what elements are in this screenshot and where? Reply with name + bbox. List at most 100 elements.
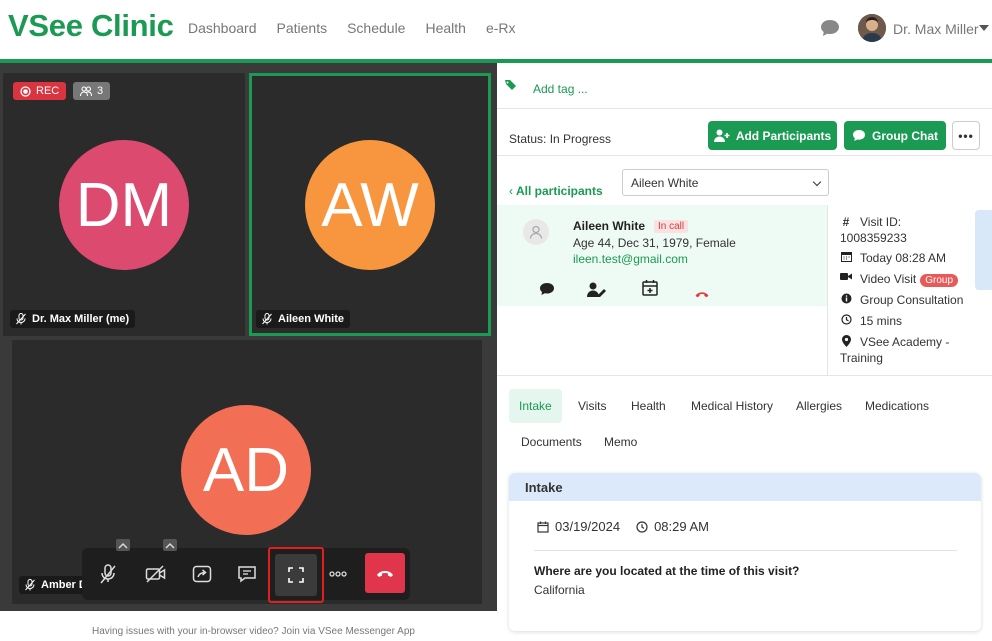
mic-muted-icon <box>16 313 26 325</box>
patient-email[interactable]: ileen.test@gmail.com <box>573 252 688 266</box>
add-participants-button[interactable]: Add Participants <box>708 121 837 150</box>
share-screen-icon <box>192 565 212 583</box>
tab-medical-history[interactable]: Medical History <box>681 389 783 423</box>
hash-icon: # <box>842 215 850 229</box>
end-call-patient-button[interactable] <box>693 285 711 303</box>
video-options-caret-icon[interactable] <box>163 539 177 551</box>
add-user-icon <box>713 129 730 142</box>
schedule-patient-button[interactable] <box>642 279 658 301</box>
calendar-icon <box>537 521 549 533</box>
chat-bubble-icon[interactable] <box>820 19 840 42</box>
app-header: VSee Clinic Dashboard Patients Schedule … <box>0 0 992 60</box>
tab-memo[interactable]: Memo <box>594 425 647 459</box>
participant-count-badge: 3 <box>73 82 111 100</box>
add-tag-link[interactable]: Add tag ... <box>533 82 588 96</box>
in-call-badge: In call <box>654 220 689 233</box>
nav-patients[interactable]: Patients <box>277 20 328 36</box>
avatar-dm: DM <box>59 140 189 270</box>
nav-erx[interactable]: e-Rx <box>486 20 516 36</box>
chevron-down-icon <box>812 177 822 187</box>
visit-id-row: # Visit ID: <box>840 215 901 229</box>
info-icon <box>840 293 852 304</box>
main-nav: Dashboard Patients Schedule Health e-Rx <box>188 20 516 36</box>
name-tag-dm: Dr. Max Miller (me) <box>10 310 136 328</box>
visit-details: # Visit ID: 1008359233 Today 08:28 AM Vi… <box>827 205 977 375</box>
visit-type-row: Video Visit Group <box>840 272 959 287</box>
mic-options-caret-icon[interactable] <box>116 539 130 551</box>
tab-allergies[interactable]: Allergies <box>786 389 852 423</box>
stop-video-button[interactable] <box>140 539 177 600</box>
hang-up-button[interactable] <box>365 553 405 593</box>
intake-card: Intake 03/19/2024 08:29 AM Where are you… <box>509 473 981 631</box>
mute-mic-button[interactable] <box>92 539 130 600</box>
chat-button[interactable] <box>231 548 263 600</box>
call-toolbar <box>82 539 410 600</box>
clock-icon <box>840 314 852 325</box>
intake-title: Intake <box>509 473 981 501</box>
group-badge: Group <box>920 274 959 287</box>
name-tag-aw: Aileen White <box>256 310 351 328</box>
mic-muted-icon <box>262 313 272 325</box>
map-pin-icon <box>840 335 852 347</box>
visit-duration-row: 15 mins <box>840 314 902 328</box>
side-scroll-strip[interactable] <box>975 210 992 290</box>
video-camera-icon <box>840 272 852 281</box>
visit-consult-row: Group Consultation <box>840 293 963 307</box>
intake-datetime: 03/19/2024 08:29 AM <box>537 519 709 534</box>
clock-icon <box>636 520 648 533</box>
user-icon <box>529 225 543 239</box>
more-options-button[interactable] <box>322 548 354 600</box>
intake-question: Where are you located at the time of thi… <box>534 564 800 578</box>
avatar-ad: AD <box>181 405 311 535</box>
fullscreen-button-inner <box>275 554 317 596</box>
mic-muted-icon <box>25 579 35 591</box>
intake-divider <box>534 550 957 551</box>
camera-off-icon <box>145 565 166 583</box>
nav-health[interactable]: Health <box>425 20 465 36</box>
tab-visits[interactable]: Visits <box>568 389 616 423</box>
chat-bubble-icon <box>853 130 865 141</box>
visit-panel: Add tag ... Status: In Progress Add Part… <box>497 63 992 641</box>
tag-icon <box>505 80 516 90</box>
visit-location-row: VSee Academy - <box>840 335 949 349</box>
video-tile-aw[interactable]: AW Aileen White <box>249 73 491 336</box>
patient-card: Aileen White In call Age 44, Dec 31, 197… <box>497 205 827 306</box>
messenger-app-note[interactable]: Having issues with your in-browser video… <box>92 626 415 637</box>
intake-answer: California <box>534 583 585 597</box>
more-options-button[interactable]: ••• <box>952 121 980 150</box>
more-dots-icon <box>329 571 347 577</box>
user-name[interactable]: Dr. Max Miller <box>893 21 979 37</box>
user-menu-caret-icon[interactable] <box>979 25 989 31</box>
all-participants-link[interactable]: ‹ All participants <box>509 184 603 198</box>
visit-status: Status: In Progress <box>509 132 612 146</box>
hang-up-icon <box>377 571 393 577</box>
participant-select[interactable]: Aileen White <box>622 169 829 196</box>
section-divider <box>497 375 992 376</box>
nav-schedule[interactable]: Schedule <box>347 20 405 36</box>
patient-name[interactable]: Aileen White <box>573 219 645 233</box>
tab-intake[interactable]: Intake <box>509 389 562 423</box>
nav-dashboard[interactable]: Dashboard <box>188 20 257 36</box>
chat-icon <box>238 566 256 583</box>
video-area: REC 3 DM Dr. Max Miller (me) AW Aileen W… <box>0 63 497 641</box>
tab-medications[interactable]: Medications <box>855 389 939 423</box>
user-edit-icon <box>587 282 606 297</box>
visit-time-row: Today 08:28 AM <box>840 251 946 265</box>
chat-bubble-icon <box>540 283 554 295</box>
user-avatar[interactable] <box>858 14 886 42</box>
people-icon <box>80 85 92 96</box>
share-screen-button[interactable] <box>186 548 218 600</box>
patient-avatar <box>523 219 549 245</box>
tab-health[interactable]: Health <box>621 389 676 423</box>
edit-patient-button[interactable] <box>587 282 607 303</box>
avatar-aw: AW <box>305 140 435 270</box>
fullscreen-button[interactable] <box>268 547 324 603</box>
visit-location-row-2: Training <box>840 351 883 365</box>
visit-id-value: 1008359233 <box>840 231 907 245</box>
rec-badge: REC <box>13 82 67 100</box>
message-patient-button[interactable] <box>539 282 555 301</box>
vsee-clinic-logo[interactable]: VSee Clinic <box>8 8 174 44</box>
group-chat-button[interactable]: Group Chat <box>844 121 946 150</box>
tab-documents[interactable]: Documents <box>511 425 592 459</box>
video-tile-dm[interactable]: REC 3 DM Dr. Max Miller (me) <box>3 73 245 336</box>
